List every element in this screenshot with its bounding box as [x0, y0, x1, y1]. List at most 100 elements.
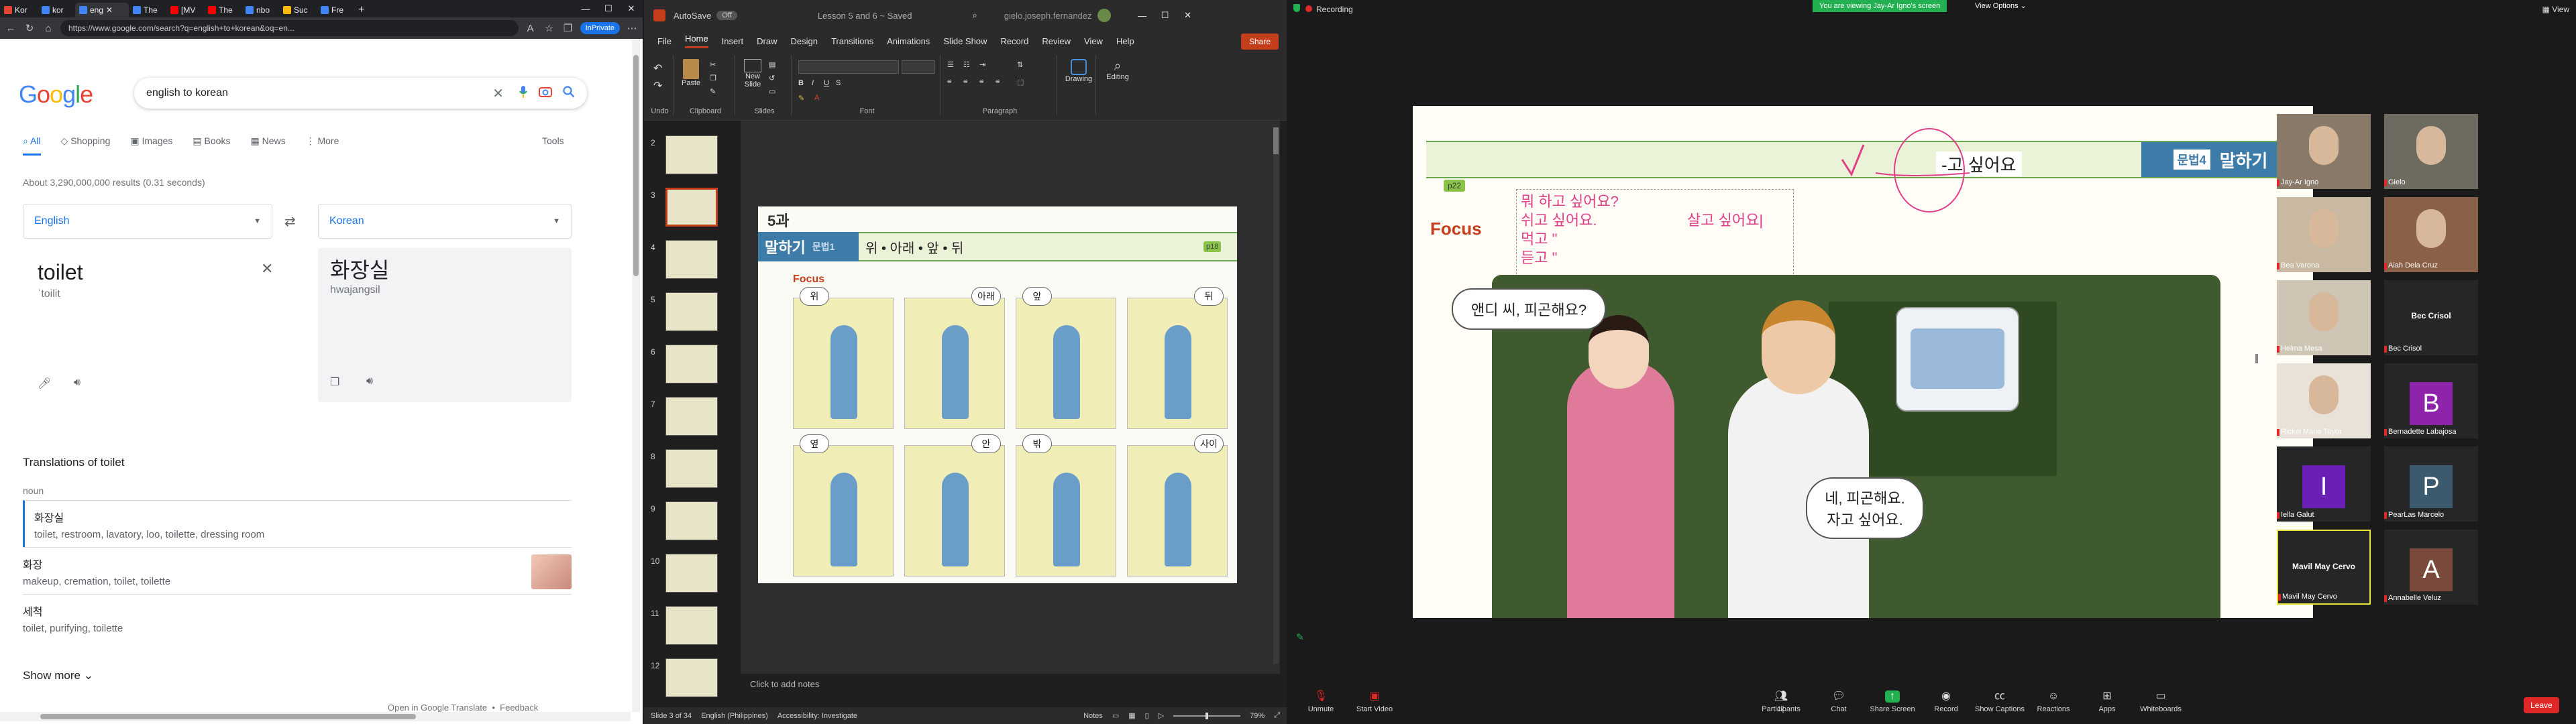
paste-button[interactable]: Paste — [682, 59, 700, 87]
undo-icon[interactable]: ↶ — [653, 62, 662, 75]
camera-search-icon[interactable] — [539, 86, 552, 101]
open-in-translate-link[interactable]: Open in Google Translate — [388, 703, 487, 713]
slide-thumbnail[interactable] — [665, 501, 718, 540]
tab-all[interactable]: ⌕ All — [23, 135, 41, 156]
scrollbar-thumb[interactable] — [1273, 127, 1279, 154]
apps-button[interactable]: ⊞ Apps — [2077, 690, 2137, 713]
whiteboards-button[interactable]: ▭ Whiteboards — [2131, 690, 2191, 713]
slide-thumbnail[interactable] — [665, 188, 718, 227]
tab-more[interactable]: ⋮ More — [306, 135, 339, 156]
collections-icon[interactable]: ❐ — [561, 22, 575, 34]
participant-tile[interactable]: B Bernadette Labajosa — [2384, 363, 2478, 438]
search-icon[interactable] — [563, 85, 575, 101]
menu-help[interactable]: Help — [1116, 36, 1134, 46]
text-highlight-icon[interactable]: ✎ — [798, 94, 804, 103]
unmute-button[interactable]: 🎙︎ Unmute — [1291, 690, 1351, 713]
read-aloud-icon[interactable]: A — [524, 23, 537, 34]
language-indicator[interactable]: English (Philippines) — [701, 712, 768, 720]
menu-review[interactable]: Review — [1042, 36, 1071, 46]
maximize-button[interactable]: ☐ — [597, 3, 620, 14]
editing-button[interactable]: ⌕ Editing — [1103, 59, 1132, 81]
browser-tab[interactable]: Kor — [0, 3, 38, 17]
share-screen-button[interactable]: ↑ Share Screen — [1862, 690, 1923, 713]
browser-tab[interactable]: The — [129, 3, 166, 17]
target-word[interactable]: 화장실 — [330, 253, 389, 284]
participant-tile[interactable]: P PearLas Marcelo — [2384, 446, 2478, 522]
menu-home[interactable]: Home — [684, 34, 708, 48]
zoom-level[interactable]: 79% — [1250, 712, 1265, 720]
translation-row[interactable]: 화장 makeup, cremation, toilet, toilette — [23, 547, 572, 594]
show-more-button[interactable]: Show more ⌄ — [23, 669, 93, 682]
copy-icon[interactable]: ❐ — [330, 375, 339, 389]
fit-slide-icon[interactable]: ⤢ — [1274, 711, 1280, 720]
splitter-handle[interactable] — [2255, 354, 2258, 363]
italic-button[interactable]: I — [812, 79, 814, 87]
slide-thumbnail[interactable] — [665, 606, 718, 645]
font-name-select[interactable] — [798, 60, 899, 74]
tools-button[interactable]: Tools — [542, 135, 564, 146]
url-field[interactable]: https://www.google.com/search?q=english+… — [60, 20, 519, 36]
recording-label[interactable]: Recording — [1316, 5, 1353, 14]
participant-tile[interactable]: I Iella Galut — [2277, 446, 2371, 522]
makeup-thumbnail[interactable] — [531, 554, 572, 589]
tab-images[interactable]: ▣ Images — [130, 135, 172, 156]
zoom-slider[interactable] — [1173, 712, 1241, 719]
view-button[interactable]: ▦ View — [2542, 5, 2569, 14]
browser-tab[interactable]: [MV — [166, 3, 204, 17]
browser-tab[interactable]: The — [204, 3, 241, 17]
source-word[interactable]: toilet — [38, 260, 83, 285]
refresh-icon[interactable]: ↻ — [23, 22, 36, 34]
menu-animations[interactable]: Animations — [887, 36, 930, 46]
notes-pane[interactable]: Click to add notes — [741, 674, 1280, 702]
speaker-icon[interactable]: 🔊︎ — [74, 377, 80, 389]
menu-insert[interactable]: Insert — [722, 36, 744, 46]
close-icon[interactable]: ✕ — [106, 5, 113, 15]
redo-icon[interactable]: ↷ — [653, 79, 662, 93]
leave-button[interactable]: Leave — [2524, 697, 2559, 713]
drawing-button[interactable]: Drawing — [1064, 59, 1093, 83]
slide-thumbnail[interactable] — [665, 449, 718, 488]
participant-tile[interactable]: Aiah Dela Cruz — [2384, 197, 2478, 272]
slide-thumbnail[interactable] — [665, 658, 718, 697]
participant-tile[interactable]: Rickel Marie Tuyor — [2277, 363, 2371, 438]
normal-view-icon[interactable]: ▭ — [1112, 711, 1119, 720]
browser-tab-active[interactable]: eng ✕ — [75, 3, 129, 17]
source-language-select[interactable]: English ▼ — [23, 204, 272, 239]
source-text-pane[interactable]: toilet ˈtoilit ✕ 🎤︎ 🔊︎ — [23, 248, 294, 402]
zoom-slider-thumb[interactable] — [1205, 712, 1209, 719]
feedback-link[interactable]: Feedback — [500, 703, 538, 713]
scrollbar-thumb[interactable] — [40, 714, 416, 719]
slideshow-icon[interactable]: ▷ — [1159, 711, 1164, 720]
vertical-scrollbar[interactable] — [1273, 127, 1279, 664]
layout-icon[interactable]: ▤ — [769, 60, 775, 69]
bold-button[interactable]: B — [798, 79, 804, 87]
accessibility-indicator[interactable]: Accessibility: Investigate — [777, 712, 857, 720]
menu-design[interactable]: Design — [791, 36, 818, 46]
reset-icon[interactable]: ↺ — [769, 74, 775, 82]
justify-icon[interactable]: ≡ — [996, 78, 1000, 86]
participants-button[interactable]: 👥︎ 12 Participants — [1751, 690, 1811, 713]
font-color-icon[interactable]: A — [814, 94, 819, 102]
slide-sorter-icon[interactable]: ▦ — [1128, 711, 1135, 720]
participant-tile[interactable]: Mavil May Cervo Mavil May Cervo — [2277, 530, 2371, 605]
clear-icon[interactable]: ✕ — [492, 85, 504, 102]
slide-thumbnail[interactable] — [665, 345, 718, 383]
start-video-button[interactable]: ▣ Start Video — [1344, 690, 1405, 713]
format-painter-icon[interactable]: ✎ — [710, 87, 716, 96]
align-left-icon[interactable]: ≡ — [947, 78, 951, 86]
current-slide[interactable]: 5과 말하기 문법1 위 • 아래 • 앞 • 뒤 p18 Focus 위 아래 앞 뒤… — [758, 206, 1237, 583]
more-icon[interactable]: ⋯ — [625, 22, 639, 34]
minimize-button[interactable]: — — [1131, 11, 1154, 21]
participant-tile[interactable]: Bea Varona — [2277, 197, 2371, 272]
search-box[interactable]: english to korean ✕ — [134, 78, 587, 109]
participant-tile[interactable]: Gielo — [2384, 114, 2478, 189]
show-captions-button[interactable]: ㏄ Show Captions — [1970, 690, 2030, 713]
autosave-toggle[interactable]: Off — [716, 11, 737, 20]
menu-file[interactable]: File — [657, 36, 672, 46]
slide-thumbnail[interactable] — [665, 240, 718, 279]
browser-tab[interactable]: kor — [38, 3, 75, 17]
browser-tab[interactable]: nbo — [241, 3, 279, 17]
record-button[interactable]: ◉ Record — [1916, 690, 1976, 713]
minimize-button[interactable]: — — [574, 4, 597, 14]
strikethrough-button[interactable]: S — [836, 79, 841, 87]
